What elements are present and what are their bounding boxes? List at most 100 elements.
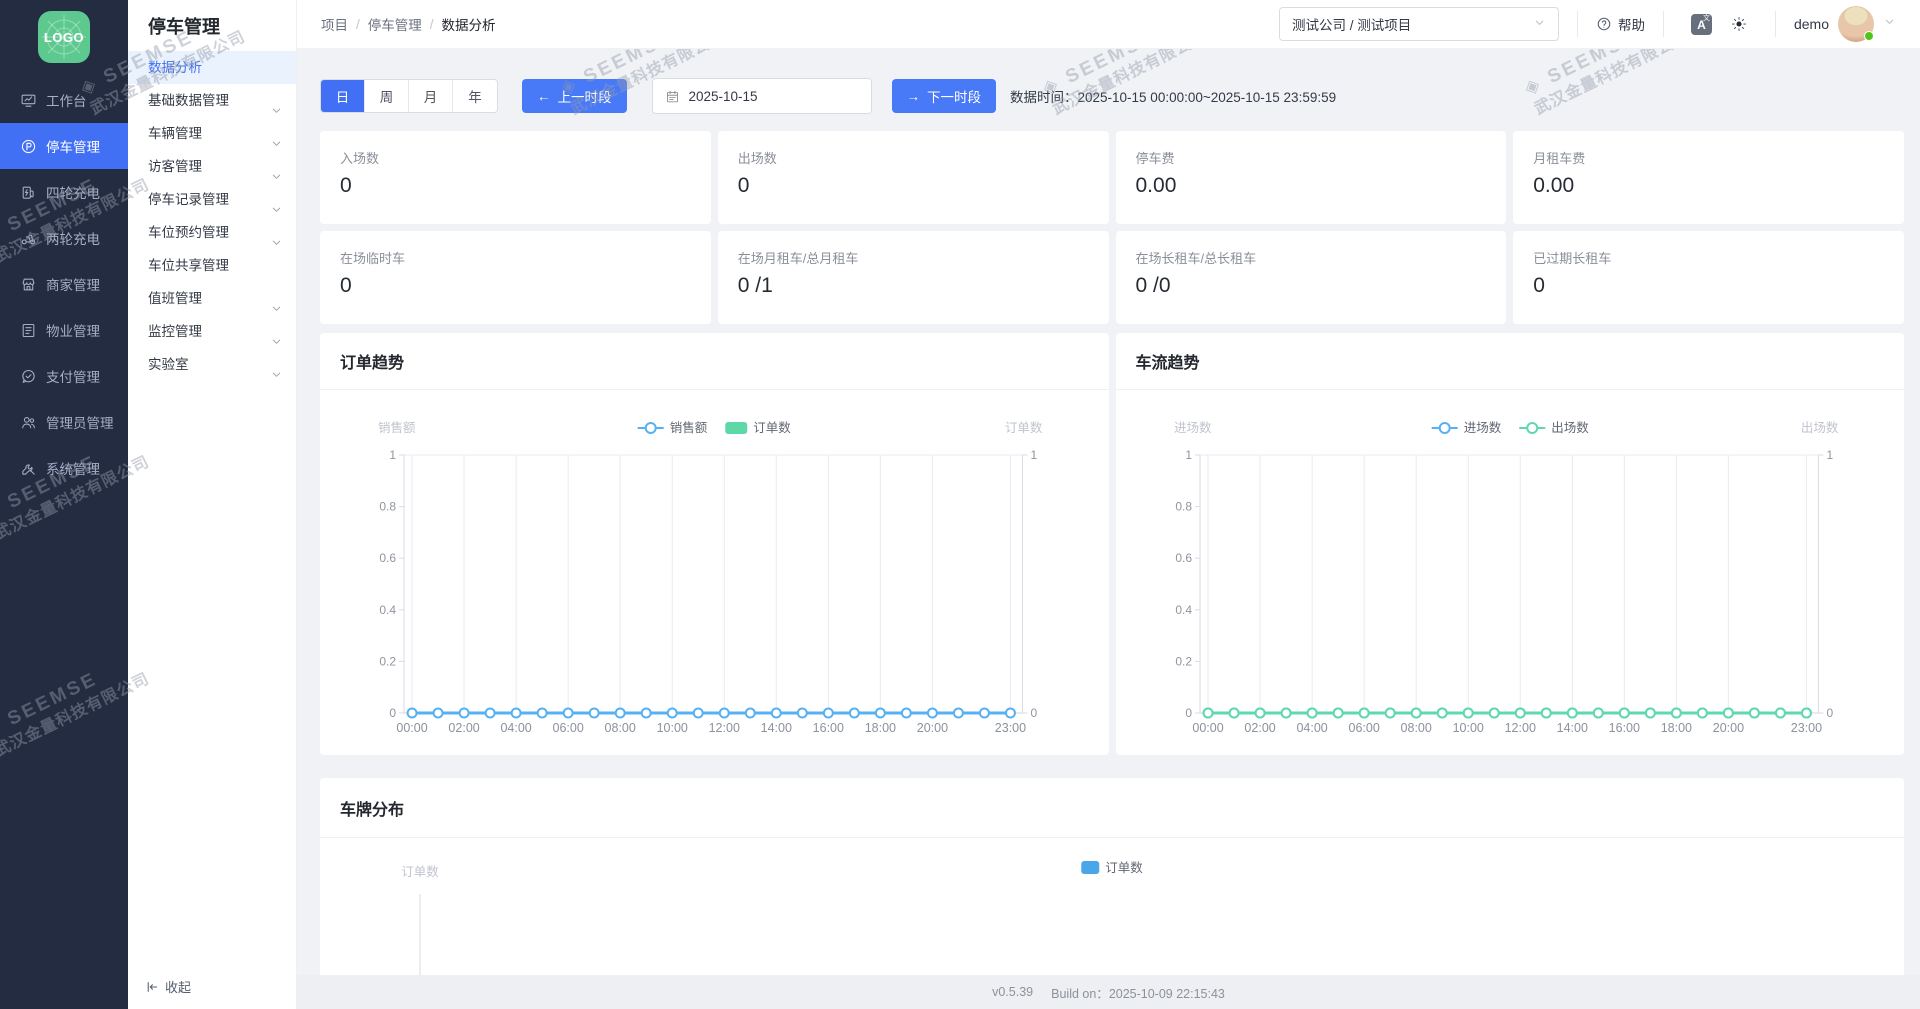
submenu-item[interactable]: 访客管理 [128,150,296,183]
username: demo [1793,16,1829,32]
system-icon [20,460,37,477]
collapse-label: 收起 [165,980,192,995]
chevron-down-icon [271,293,282,311]
sidebar-item-bike-charge[interactable]: 两轮充电 [0,215,128,261]
collapse-icon [147,981,158,992]
main-area: 项目 / 停车管理 / 数据分析 测试公司 / 测试项目 帮助 A文 demo … [297,0,1920,1009]
stat-value: 0.00 [1533,174,1575,197]
footer: v0.5.39 Build on：2025-10-09 22:15:43 [297,975,1920,1009]
svg-text:0.2: 0.2 [1175,654,1192,668]
period-tab[interactable]: 周 [365,80,409,112]
svg-text:1: 1 [1185,448,1192,462]
svg-text:20:00: 20:00 [917,721,948,735]
svg-text:06:00: 06:00 [553,721,584,735]
order-trend-chart: 销售额 订单数 销售额 订单数 0 0.2 0.4 0.6 0.8 1 0 1 00:00 02:00 04… [320,390,1109,755]
breadcrumb-item[interactable]: 项目 [321,14,348,34]
project-select-value: 测试公司 / 测试项目 [1291,18,1412,33]
svg-text:进场数: 进场数 [1463,420,1501,435]
svg-text:18:00: 18:00 [865,721,896,735]
submenu-item[interactable]: 车位预约管理 [128,216,296,249]
chevron-down-icon [271,359,282,377]
stat-value: 0 /0 [1135,274,1171,297]
sidebar-item-car-charge[interactable]: 四轮充电 [0,169,128,215]
stat-value: 0 /1 [737,274,773,297]
parking-icon [20,138,37,155]
submenu-item[interactable]: 实验室 [128,348,296,381]
stat-value: 0 [340,274,352,297]
svg-text:06:00: 06:00 [1348,721,1379,735]
charts-row: 订单趋势 销售额 订单数 销售额 订单数 0 0.2 0.4 0.6 0.8 1 0 1 00:00 02… [320,333,1904,755]
sidebar-item-admin[interactable]: 管理员管理 [0,399,128,445]
project-select[interactable]: 测试公司 / 测试项目 [1278,7,1559,41]
date-picker-input[interactable]: 2025-10-15 [651,78,872,114]
property-icon [20,322,37,339]
svg-text:12:00: 12:00 [709,721,740,735]
breadcrumb-separator: / [429,16,434,32]
submenu-item-label: 车位预约管理 [148,225,229,240]
svg-text:02:00: 02:00 [1244,721,1275,735]
svg-text:1: 1 [389,448,396,462]
svg-text:18:00: 18:00 [1660,721,1691,735]
prev-period-button[interactable]: ← 上一时段 [522,79,627,113]
sidebar-item-label: 停车管理 [46,140,100,155]
period-tab[interactable]: 年 [453,80,497,112]
period-tab[interactable]: 月 [409,80,453,112]
svg-text:0: 0 [1030,706,1037,720]
stat-card: 在场临时车 0 [320,231,711,324]
dashboard-icon [20,92,37,109]
traffic-trend-panel: 车流趋势 进场数 出场数 进场数 出场数 0 0.2 0.4 0.6 0.8 1 0 1 00:00 02… [1115,333,1904,755]
stat-card: 在场月租车/总月租车 0 /1 [717,231,1109,324]
stat-value: 0 [340,174,352,197]
help-button[interactable]: 帮助 [1596,14,1645,34]
user-menu[interactable]: demo [1794,6,1896,42]
submenu-item[interactable]: 车位共享管理 [128,249,296,282]
submenu-item[interactable]: 车辆管理 [128,117,296,150]
sidebar-item-merchant[interactable]: 商家管理 [0,261,128,307]
submenu-item-label: 数据分析 [148,60,202,75]
submenu-item[interactable]: 停车记录管理 [128,183,296,216]
chevron-down-icon [271,95,282,113]
submenu-item-label: 值班管理 [148,291,202,306]
chevron-down-icon [1533,16,1546,32]
stat-label: 在场长租车/总长租车 [1135,251,1257,266]
primary-sidebar: LOGO 工作台停车管理四轮充电 两轮充电 商家管理 物业管理 支付管理 管理员管理 系统管… [0,0,128,1009]
panel-title: 车牌分布 [340,801,405,819]
submenu-item[interactable]: 值班管理 [128,282,296,315]
data-time-range: 数据时间：2025-10-15 00:00:00~2025-10-15 23:5… [1010,90,1337,105]
sidebar-item-property[interactable]: 物业管理 [0,307,128,353]
language-toggle-button[interactable]: A文 [1690,13,1712,35]
secondary-nav: 数据分析基础数据管理车辆管理访客管理 停车记录管理车位预约管理车位共享管理值班管理… [128,51,296,381]
next-period-button[interactable]: → 下一时段 [891,79,996,113]
theme-toggle-button[interactable] [1730,15,1748,33]
svg-text:00:00: 00:00 [396,721,427,735]
app-logo[interactable]: LOGO [38,11,90,63]
stat-cards: 入场数 0 出场数 0 停车费 0.00 月租车费 0.00 在场临时车 0 在场月租车/总月租车 0… [320,131,1904,324]
submenu-item[interactable]: 数据分析 [128,51,296,84]
sidebar-item-system[interactable]: 系统管理 [0,445,128,491]
stat-card: 出场数 0 [717,131,1109,224]
svg-text:14:00: 14:00 [1556,721,1587,735]
submenu-item[interactable]: 基础数据管理 [128,84,296,117]
svg-text:0.4: 0.4 [379,603,396,617]
submenu-item-label: 车辆管理 [148,126,202,141]
module-title: 停车管理 [148,17,220,37]
panel-title: 车流趋势 [1135,355,1200,372]
stat-label: 出场数 [737,151,777,166]
sidebar-item-dashboard[interactable]: 工作台 [0,77,128,123]
breadcrumb-item[interactable]: 停车管理 [368,14,422,34]
stat-label: 停车费 [1135,151,1175,166]
sidebar-item-parking[interactable]: 停车管理 [0,123,128,169]
svg-text:0.4: 0.4 [1175,603,1192,617]
period-tab[interactable]: 日 [321,80,365,112]
sidebar-item-payment[interactable]: 支付管理 [0,353,128,399]
collapse-sidebar-button[interactable]: 收起 [145,977,191,996]
arrow-left-icon: ← [537,88,551,104]
submenu-item[interactable]: 监控管理 [128,315,296,348]
svg-text:销售额: 销售额 [378,420,416,435]
avatar [1838,6,1874,42]
filter-toolbar: 日周月年 ← 上一时段 2025-10-15 → 下一时段 数据时间：2025-… [320,78,1904,114]
version: v0.5.39 [992,985,1034,999]
svg-text:23:00: 23:00 [1790,721,1821,735]
svg-text:0: 0 [1185,706,1192,720]
translate-icon: A文 [1690,13,1712,35]
